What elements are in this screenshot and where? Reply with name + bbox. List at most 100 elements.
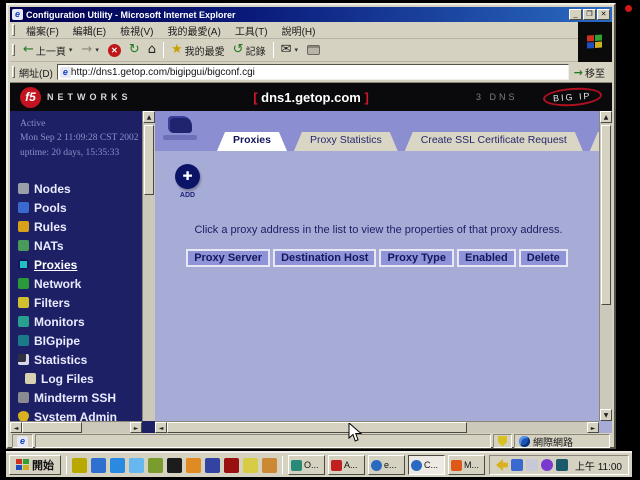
toolbar-grip[interactable]	[12, 44, 15, 56]
forward-dropdown-icon[interactable]: ▾	[94, 46, 100, 54]
title-bar[interactable]: e Configuration Utility - Microsoft Inte…	[10, 7, 612, 22]
forward-button[interactable]: → ▾	[77, 42, 103, 58]
address-input[interactable]	[71, 67, 566, 78]
menu-help[interactable]: 說明(H)	[275, 22, 323, 39]
scroll-left-icon[interactable]: ◄	[10, 422, 22, 433]
menu-tools[interactable]: 工具(T)	[228, 22, 275, 39]
sidebar-item-bigpipe[interactable]: BIGpipe	[18, 334, 155, 348]
main-horizontal-scrollbar[interactable]: ◄ ►	[155, 421, 599, 433]
scroll-right-icon[interactable]: ►	[587, 422, 599, 433]
tray-icon-3[interactable]	[526, 459, 538, 471]
task-icon	[411, 460, 422, 471]
task-button-5[interactable]: M...	[448, 455, 485, 475]
scroll-thumb[interactable]	[144, 125, 154, 195]
quicklaunch-icon-6[interactable]	[167, 458, 182, 473]
toolbar-separator	[273, 42, 274, 58]
mail-icon: ✉	[281, 43, 292, 57]
quicklaunch-icon-4[interactable]	[129, 458, 144, 473]
windows-flag-icon	[587, 34, 603, 49]
network-map-icon[interactable]	[163, 116, 197, 144]
scroll-right-icon[interactable]: ►	[130, 422, 142, 433]
tab-create-ssl-certificate-request[interactable]: Create SSL Certificate Request	[405, 132, 583, 151]
tab-proxies[interactable]: Proxies	[217, 132, 287, 151]
quicklaunch-icon-5[interactable]	[148, 458, 163, 473]
bracket-right: ]	[364, 90, 368, 105]
maximize-button[interactable]: ❐	[583, 9, 596, 20]
menu-view[interactable]: 檢視(V)	[113, 22, 160, 39]
sidebar-item-nats[interactable]: NATs	[18, 239, 155, 253]
scroll-thumb[interactable]	[601, 125, 611, 305]
tray-icon-4[interactable]	[541, 459, 553, 471]
quicklaunch-icon-9[interactable]	[224, 458, 239, 473]
quicklaunch-icon-7[interactable]	[186, 458, 201, 473]
tab-install-ssl-certificate[interactable]: Install SSL Certif	[590, 132, 599, 151]
pools-icon	[18, 202, 29, 213]
main-vertical-scrollbar[interactable]: ▲ ▼	[599, 111, 612, 421]
sidebar-item-monitors[interactable]: Monitors	[18, 315, 155, 329]
mail-dropdown-icon[interactable]: ▾	[293, 46, 299, 54]
task-button-2[interactable]: A...	[328, 455, 365, 475]
column-header-enabled: Enabled	[457, 249, 516, 267]
tray-icon-2[interactable]	[511, 459, 523, 471]
quicklaunch-icon-8[interactable]	[205, 458, 220, 473]
windows-taskbar: 開始 O... A... e... C... M... 上午 11:00	[6, 451, 632, 477]
quicklaunch-icon-2[interactable]	[91, 458, 106, 473]
taskbar-clock[interactable]: 上午 11:00	[575, 458, 622, 473]
scroll-up-icon[interactable]: ▲	[600, 111, 612, 123]
nav-sidebar: Active Mon Sep 2 11:09:28 CST 2002 uptim…	[10, 111, 155, 433]
sidebar-item-pools[interactable]: Pools	[18, 201, 155, 215]
scroll-down-icon[interactable]: ▼	[600, 409, 612, 421]
back-dropdown-icon[interactable]: ▾	[68, 46, 74, 54]
sidebar-item-nodes[interactable]: Nodes	[18, 182, 155, 196]
favorites-button[interactable]: ★ 我的最愛	[167, 42, 229, 59]
taskbar-separator	[282, 456, 283, 474]
sidebar-item-proxies[interactable]: Proxies	[18, 258, 155, 272]
sidebar-item-rules[interactable]: Rules	[18, 220, 155, 234]
quicklaunch-icon-10[interactable]	[243, 458, 258, 473]
sidebar-item-log-files[interactable]: Log Files	[25, 372, 155, 386]
tab-proxy-statistics[interactable]: Proxy Statistics	[294, 132, 398, 151]
menu-grip[interactable]	[12, 24, 15, 36]
scroll-left-icon[interactable]: ◄	[155, 422, 167, 433]
history-button[interactable]: ↺ 記錄	[229, 42, 270, 59]
add-proxy-button[interactable]: ✚	[175, 164, 200, 189]
task-icon	[291, 460, 302, 471]
sidebar-horizontal-scrollbar[interactable]: ◄ ►	[10, 421, 142, 433]
refresh-button[interactable]: ↻	[125, 42, 144, 58]
menu-favorites[interactable]: 我的最愛(A)	[160, 22, 227, 39]
tray-icon-1[interactable]	[496, 459, 508, 471]
mouse-cursor	[348, 423, 362, 443]
minimize-button[interactable]: _	[569, 9, 582, 20]
browser-window: e Configuration Utility - Microsoft Inte…	[6, 3, 616, 449]
quicklaunch-icon-11[interactable]	[262, 458, 277, 473]
task-button-3[interactable]: e...	[368, 455, 405, 475]
sidebar-item-mindterm-ssh[interactable]: Mindterm SSH	[18, 391, 155, 405]
scroll-up-icon[interactable]: ▲	[143, 111, 155, 123]
quicklaunch-icon-1[interactable]	[72, 458, 87, 473]
tray-icon-5[interactable]	[556, 459, 568, 471]
address-input-wrap: e	[57, 64, 569, 80]
main-frame: Proxies Proxy Statistics Create SSL Cert…	[155, 111, 612, 433]
close-button[interactable]: ✕	[597, 9, 610, 20]
scroll-thumb[interactable]	[22, 422, 82, 433]
go-button[interactable]: → 移至	[569, 65, 610, 80]
sidebar-item-filters[interactable]: Filters	[18, 296, 155, 310]
menu-edit[interactable]: 編輯(E)	[66, 22, 113, 39]
history-label: 記錄	[246, 43, 266, 58]
task-button-4-active[interactable]: C...	[408, 455, 445, 475]
sidebar-item-statistics[interactable]: Statistics	[18, 353, 155, 367]
home-button[interactable]: ⌂	[144, 42, 160, 58]
f5-brand-header: [ dns1.getop.com ] f5 NETWORKS 3 DNS BIG…	[10, 83, 612, 111]
menu-file[interactable]: 檔案(F)	[19, 22, 66, 39]
scroll-thumb[interactable]	[167, 422, 467, 433]
addressbar-grip[interactable]	[12, 66, 15, 78]
print-button[interactable]	[303, 44, 324, 56]
back-button[interactable]: ← 上一頁 ▾	[19, 42, 77, 59]
mail-button[interactable]: ✉ ▾	[277, 42, 303, 58]
sidebar-item-network[interactable]: Network	[18, 277, 155, 291]
stop-button[interactable]: ✕	[104, 43, 125, 58]
start-button[interactable]: 開始	[9, 455, 61, 475]
quicklaunch-icon-3[interactable]	[110, 458, 125, 473]
task-button-1[interactable]: O...	[288, 455, 325, 475]
sidebar-vertical-scrollbar[interactable]: ▲	[142, 111, 155, 421]
